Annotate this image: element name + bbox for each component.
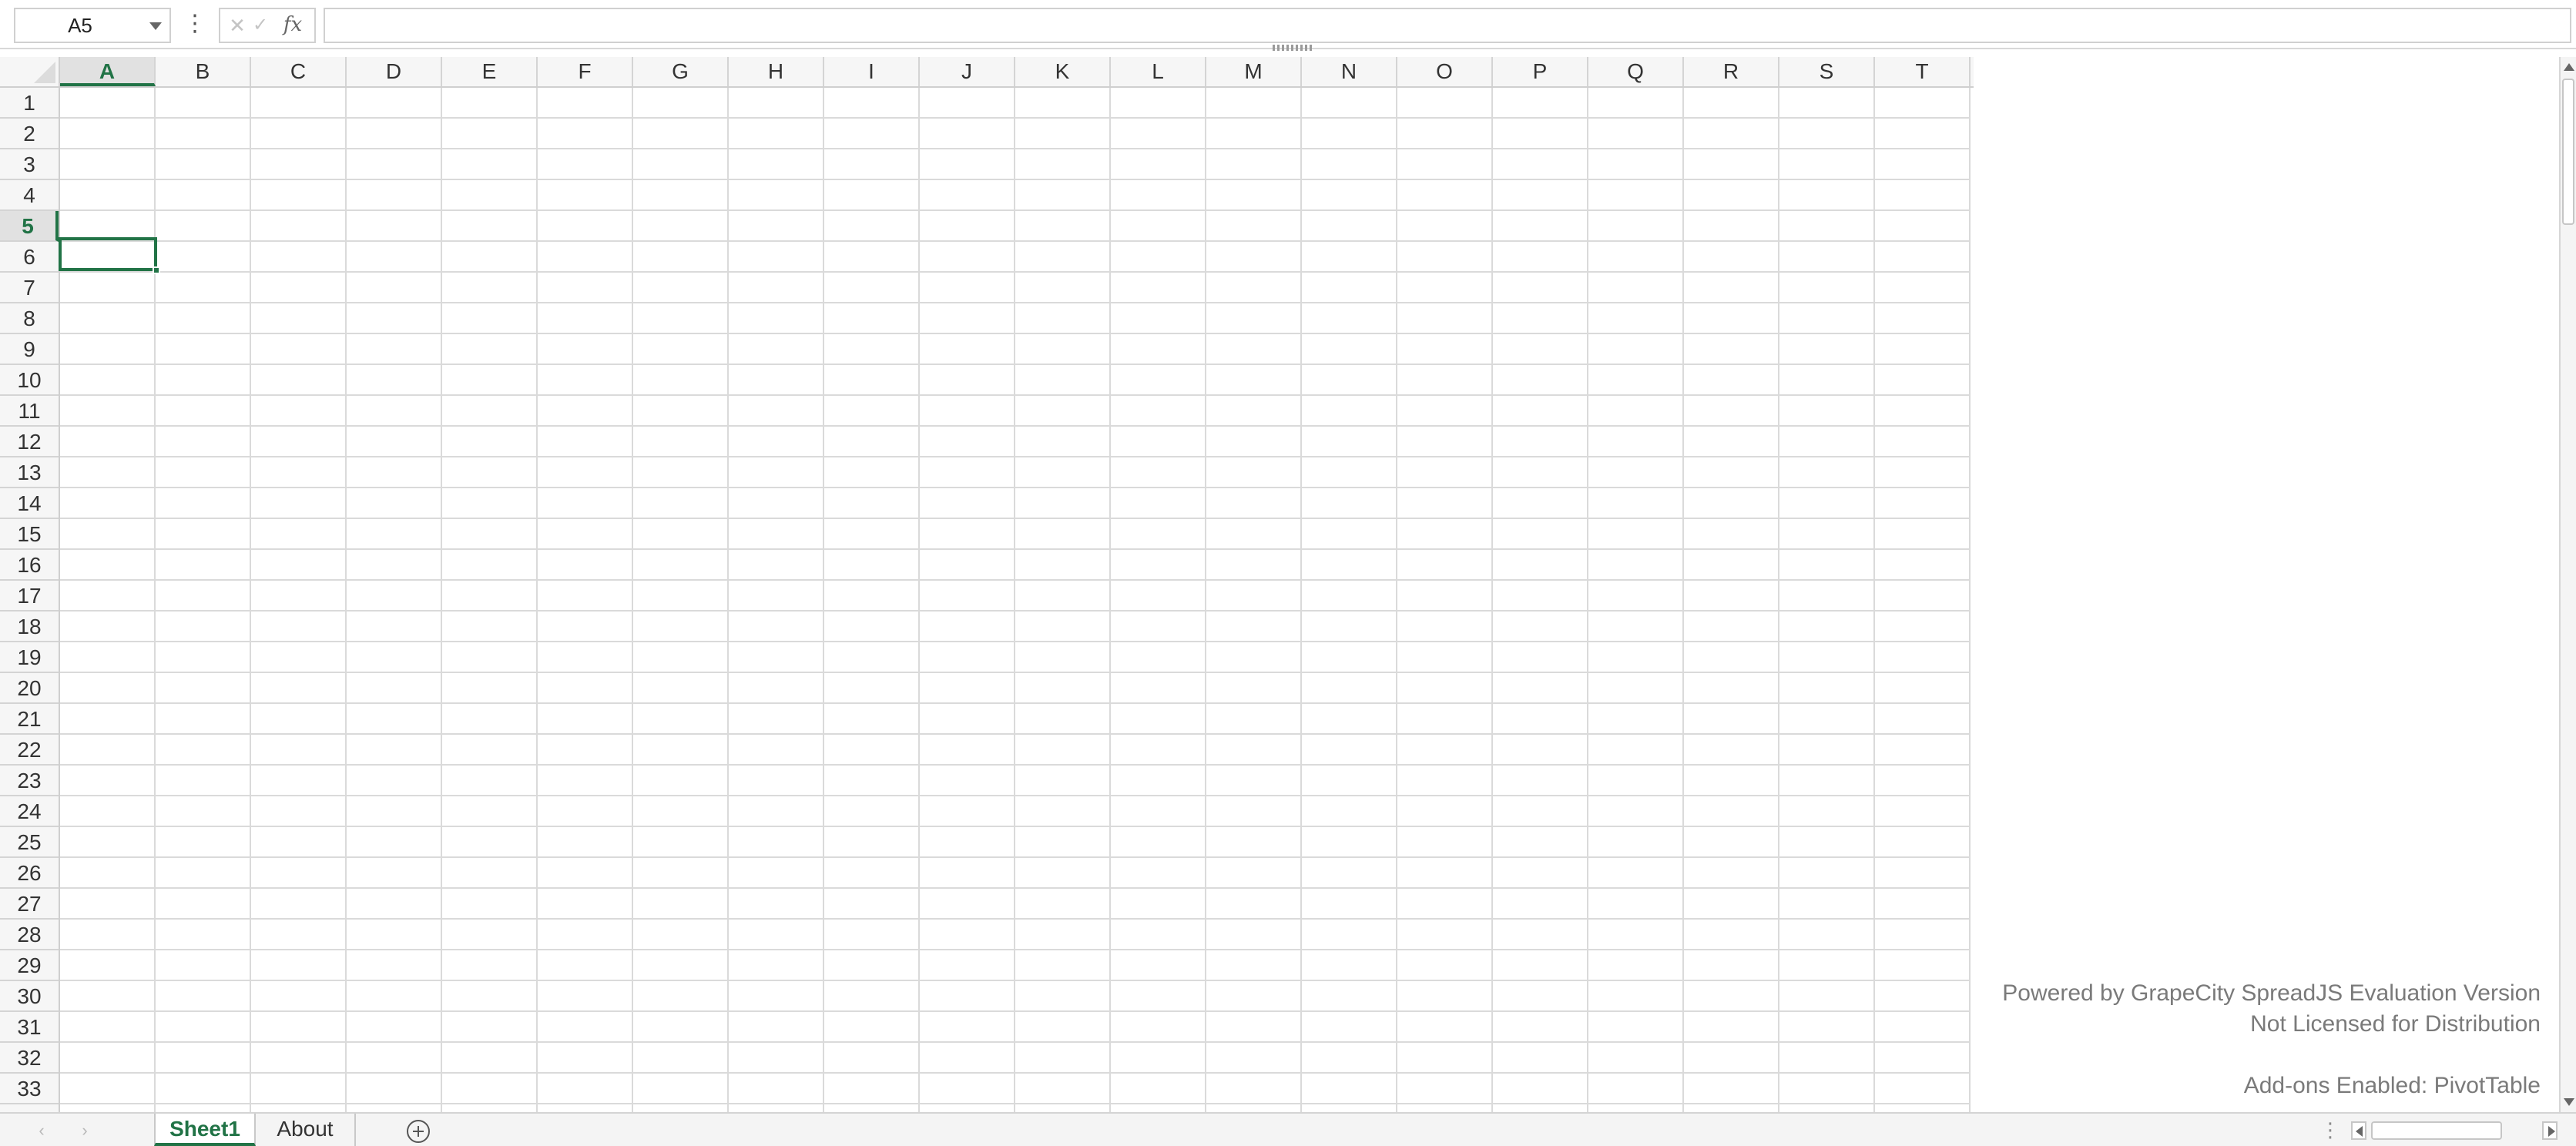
tab-splitter-handle[interactable]: ⋮ xyxy=(2320,1118,2340,1143)
column-header-r[interactable]: R xyxy=(1684,57,1779,86)
column-header-h[interactable]: H xyxy=(729,57,824,86)
row-header-19[interactable]: 19 xyxy=(0,642,59,673)
name-box-value[interactable]: A5 xyxy=(15,9,145,42)
fill-handle[interactable] xyxy=(153,266,160,274)
column-header-a[interactable]: A xyxy=(60,57,156,86)
column-header-e[interactable]: E xyxy=(442,57,538,86)
row-header-10[interactable]: 10 xyxy=(0,365,59,396)
row-header-27[interactable]: 27 xyxy=(0,889,59,920)
row-header-24[interactable]: 24 xyxy=(0,796,59,827)
evaluation-watermark: Powered by GrapeCity SpreadJS Evaluation… xyxy=(2002,978,2541,1101)
scroll-right-icon[interactable] xyxy=(2542,1121,2558,1140)
column-header-n[interactable]: N xyxy=(1302,57,1397,86)
column-header-l[interactable]: L xyxy=(1111,57,1206,86)
spreadsheet-grid[interactable]: ABCDEFGHIJKLMNOPQRST 1 2 3 4 5 6 7 8 9 10 11 12 13 14… xyxy=(0,57,1974,1112)
cell-area[interactable] xyxy=(60,88,1974,1112)
row-header-32[interactable]: 32 xyxy=(0,1043,59,1074)
row-header-3[interactable]: 3 xyxy=(0,149,59,180)
active-cell-selection[interactable] xyxy=(59,237,157,271)
row-header-30[interactable]: 30 xyxy=(0,981,59,1012)
row-header-9[interactable]: 9 xyxy=(0,334,59,365)
column-header-f[interactable]: F xyxy=(538,57,633,86)
tab-prev-icon[interactable]: ‹ xyxy=(34,1121,49,1140)
row-header-20[interactable]: 20 xyxy=(0,673,59,704)
column-header-g[interactable]: G xyxy=(633,57,729,86)
watermark-line2: Not Licensed for Distribution xyxy=(2250,1011,2541,1037)
row-header-8[interactable]: 8 xyxy=(0,303,59,334)
horizontal-scrollbar[interactable] xyxy=(2348,1117,2561,1143)
formula-bar: A5 ⋮ ✕ ✓ fx xyxy=(0,0,2576,51)
row-header-5[interactable]: 5 xyxy=(0,211,59,242)
add-sheet-icon[interactable] xyxy=(407,1120,430,1143)
row-header-17[interactable]: 17 xyxy=(0,581,59,612)
row-header-22[interactable]: 22 xyxy=(0,735,59,766)
column-header-t[interactable]: T xyxy=(1875,57,1971,86)
column-header-c[interactable]: C xyxy=(251,57,347,86)
row-header-11[interactable]: 11 xyxy=(0,396,59,427)
row-header-33[interactable]: 33 xyxy=(0,1074,59,1104)
column-headers: ABCDEFGHIJKLMNOPQRST xyxy=(60,57,1974,88)
row-header-15[interactable]: 15 xyxy=(0,519,59,550)
row-header-31[interactable]: 31 xyxy=(0,1012,59,1043)
row-header-18[interactable]: 18 xyxy=(0,612,59,642)
vertical-scroll-thumb[interactable] xyxy=(2562,79,2574,225)
row-header-23[interactable]: 23 xyxy=(0,766,59,796)
cancel-icon[interactable]: ✕ xyxy=(228,9,247,42)
column-header-d[interactable]: D xyxy=(347,57,442,86)
column-header-m[interactable]: M xyxy=(1206,57,1302,86)
row-header-7[interactable]: 7 xyxy=(0,273,59,303)
tab-next-icon[interactable]: › xyxy=(77,1121,92,1140)
row-header-12[interactable]: 12 xyxy=(0,427,59,457)
row-header-26[interactable]: 26 xyxy=(0,858,59,889)
row-header-13[interactable]: 13 xyxy=(0,457,59,488)
watermark-line3: Add-ons Enabled: PivotTable xyxy=(2243,1073,2541,1098)
row-header-28[interactable]: 28 xyxy=(0,920,59,950)
column-header-p[interactable]: P xyxy=(1493,57,1588,86)
formula-bar-resize-handle[interactable] xyxy=(1273,45,1314,51)
row-header-14[interactable]: 14 xyxy=(0,488,59,519)
row-header-21[interactable]: 21 xyxy=(0,704,59,735)
row-headers: 1 2 3 4 5 6 7 8 9 10 11 12 13 14 15 16 17 18 19 20 21 22 23 24 2… xyxy=(0,88,60,1112)
tab-sheet1[interactable]: Sheet1 xyxy=(154,1114,256,1146)
column-header-s[interactable]: S xyxy=(1779,57,1875,86)
function-icon[interactable]: fx xyxy=(277,9,308,42)
formula-buttons: ✕ ✓ fx xyxy=(219,8,316,43)
column-header-i[interactable]: I xyxy=(824,57,920,86)
grid-right-edge xyxy=(1971,88,1974,1112)
chevron-down-icon[interactable] xyxy=(149,22,162,30)
row-header-4[interactable]: 4 xyxy=(0,180,59,211)
row-header-2[interactable]: 2 xyxy=(0,119,59,149)
select-all-triangle-icon xyxy=(34,62,55,83)
horizontal-scroll-thumb[interactable] xyxy=(2371,1121,2502,1140)
name-box[interactable]: A5 xyxy=(14,8,171,43)
scroll-up-icon[interactable] xyxy=(2564,63,2574,71)
scroll-down-icon[interactable] xyxy=(2564,1098,2574,1106)
column-header-j[interactable]: J xyxy=(920,57,1015,86)
column-header-o[interactable]: O xyxy=(1397,57,1493,86)
check-icon[interactable]: ✓ xyxy=(251,9,270,42)
row-header-16[interactable]: 16 xyxy=(0,550,59,581)
watermark-line1: Powered by GrapeCity SpreadJS Evaluation… xyxy=(2002,980,2541,1006)
tab-about[interactable]: About xyxy=(256,1114,356,1146)
select-all-corner[interactable] xyxy=(0,57,60,88)
vertical-scrollbar[interactable] xyxy=(2559,57,2576,1112)
formula-input[interactable] xyxy=(324,8,2571,43)
column-header-k[interactable]: K xyxy=(1015,57,1111,86)
row-header-25[interactable]: 25 xyxy=(0,827,59,858)
row-header-1[interactable]: 1 xyxy=(0,88,59,119)
row-header-6[interactable]: 6 xyxy=(0,242,59,273)
scroll-left-icon[interactable] xyxy=(2351,1121,2366,1140)
column-header-b[interactable]: B xyxy=(156,57,251,86)
column-header-q[interactable]: Q xyxy=(1588,57,1684,86)
sheet-tab-strip: ‹ › Sheet1 About ⋮ xyxy=(0,1112,2576,1146)
more-vertical-icon[interactable]: ⋮ xyxy=(183,8,206,43)
row-header-29[interactable]: 29 xyxy=(0,950,59,981)
